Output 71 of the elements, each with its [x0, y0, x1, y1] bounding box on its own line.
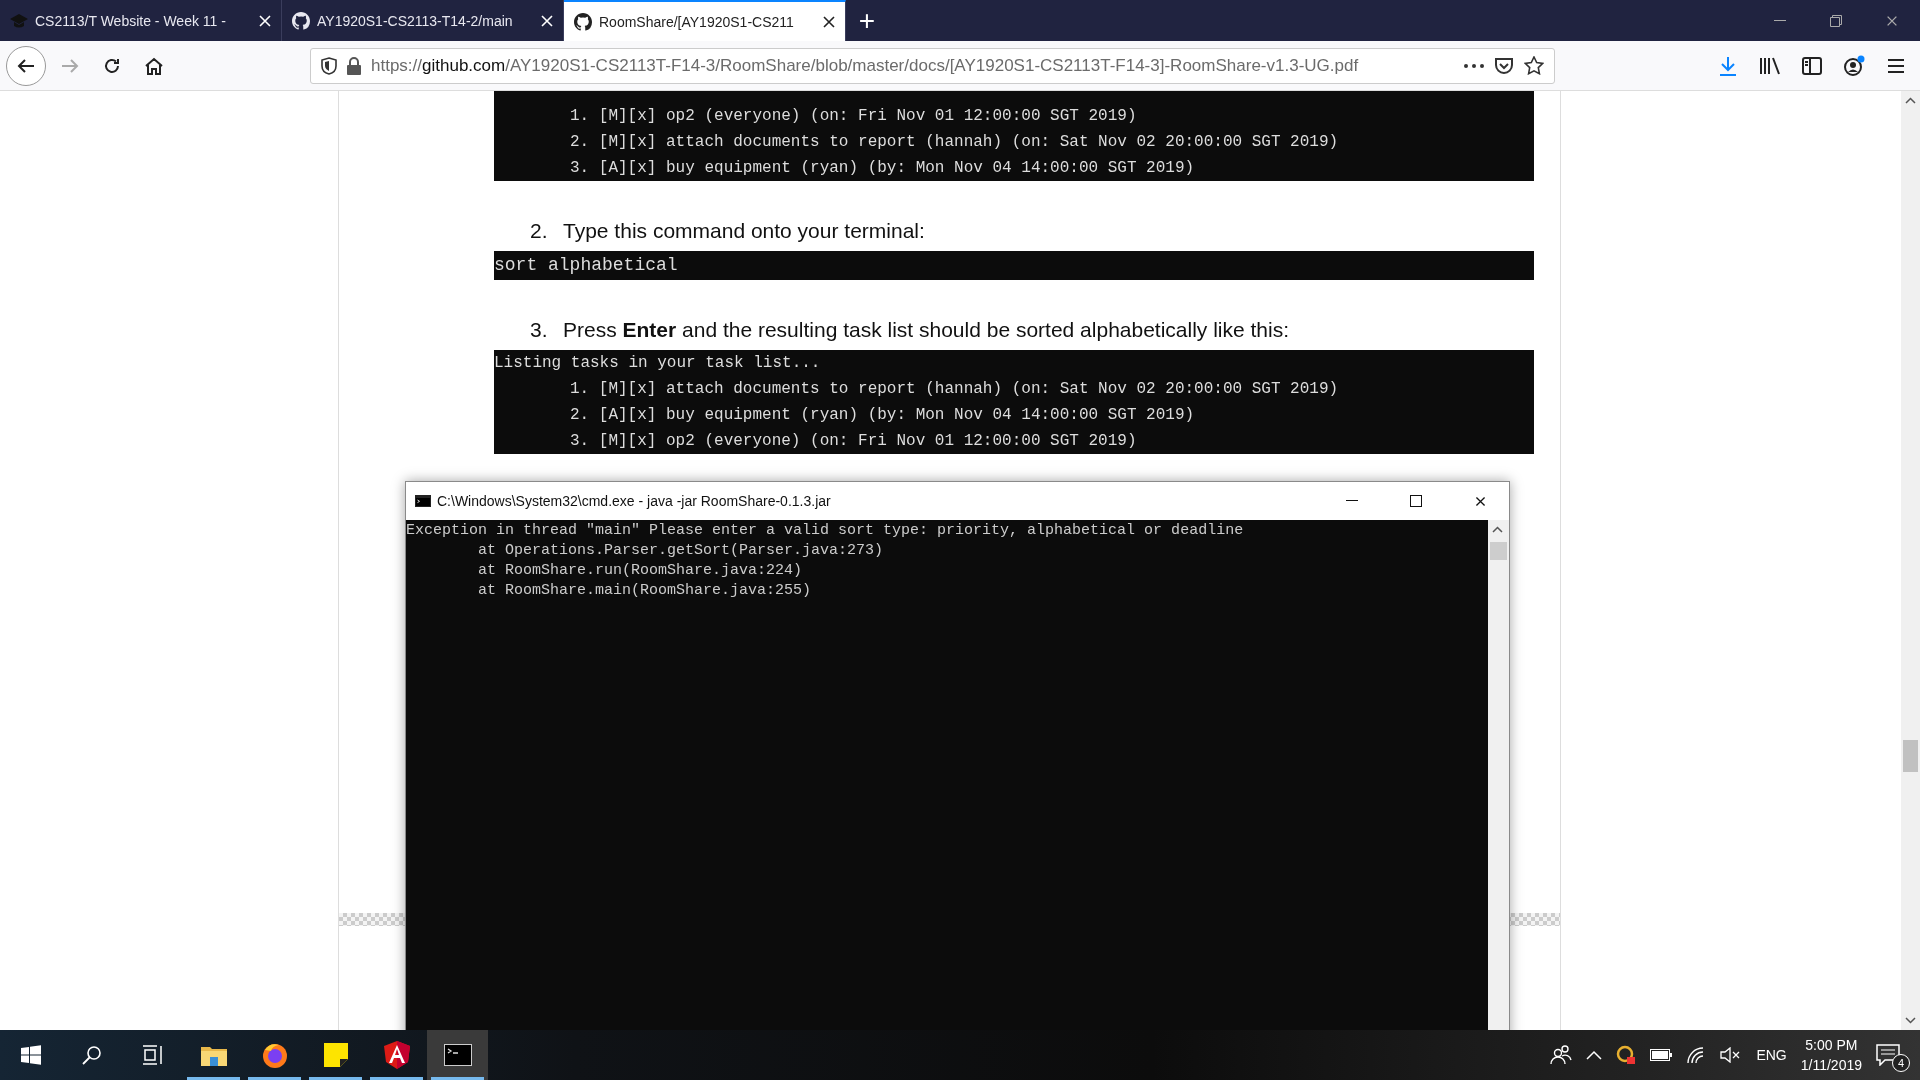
- chevron-up-icon[interactable]: [1586, 1050, 1603, 1060]
- more-dots-icon[interactable]: [1464, 63, 1484, 68]
- scrollbar[interactable]: [1488, 520, 1509, 1030]
- github-icon: [292, 11, 310, 30]
- window-title: C:\Windows\System32\cmd.exe - java -jar RoomShare-0.1.3.jar: [437, 493, 832, 509]
- sticky-note-icon: [323, 1043, 348, 1067]
- security-lock-icon[interactable]: [1616, 1045, 1637, 1065]
- new-tab-button[interactable]: +: [846, 0, 888, 41]
- back-arrow-icon: [17, 57, 35, 74]
- close-icon[interactable]: [257, 12, 273, 29]
- sidebar-icon[interactable]: [1802, 56, 1822, 75]
- reload-icon[interactable]: [103, 56, 121, 75]
- fox-globe-icon: [261, 1042, 288, 1068]
- padlock-icon: [347, 56, 361, 75]
- step-text: Type this command onto your terminal:: [563, 219, 925, 243]
- windows-logo-icon: [20, 1045, 41, 1065]
- pocket-icon[interactable]: [1494, 56, 1514, 75]
- notification-count: 4: [1892, 1054, 1910, 1072]
- restore-icon[interactable]: [1830, 14, 1842, 27]
- close-icon[interactable]: [539, 12, 555, 29]
- maximize-icon[interactable]: [1410, 495, 1422, 507]
- graduation-cap-icon: [10, 13, 28, 28]
- terminal-line: 1. [M][x] op2 (everyone) (on: Fri Nov 01 12:00:00 SGT 2019): [570, 107, 1137, 125]
- people-icon[interactable]: [1550, 1045, 1573, 1065]
- scrollbar[interactable]: [1901, 91, 1920, 1030]
- clock[interactable]: 5:00 PM 1/11/2019: [1800, 1035, 1862, 1075]
- browser-tab[interactable]: RoomShare/[AY1920S1-CS211: [564, 0, 846, 41]
- console-app-icon: [415, 495, 431, 507]
- taskbar-app[interactable]: [427, 1030, 488, 1080]
- library-icon[interactable]: [1759, 56, 1781, 75]
- terminal-line: 3. [A][x] buy equipment (ryan) (by: Mon Nov 04 14:00:00 SGT 2019): [570, 159, 1195, 177]
- step-text: Press Enter and the resulting task list should be sorted alphabetically like this:: [563, 318, 1290, 342]
- terminal-line: 1. [M][x] attach documents to report (hannah) (on: Sat Nov 02 20:00:00 SGT 2019): [570, 380, 1339, 398]
- download-icon[interactable]: [1719, 55, 1737, 76]
- terminal-line: 2. [M][x] attach documents to report (hannah) (on: Sat Nov 02 20:00:00 SGT 2019): [570, 133, 1339, 151]
- close-icon[interactable]: [1473, 494, 1487, 508]
- step-number: 3.: [530, 318, 549, 342]
- console-line: at Operations.Parser.getSort(Parser.java:273): [478, 542, 884, 559]
- scrollbar-thumb[interactable]: [1903, 740, 1918, 772]
- scroll-up-icon[interactable]: [1905, 97, 1916, 104]
- speech-bubble-icon: [1876, 1044, 1900, 1066]
- terminal-line: Listing tasks in your task list...: [494, 353, 822, 374]
- battery-icon[interactable]: [1650, 1049, 1673, 1061]
- folder-icon: [200, 1044, 227, 1066]
- console-line: at RoomShare.main(RoomShare.java:255): [478, 582, 812, 599]
- console-line: Exception in thread "main" Please enter a valid sort type: priority, alphabetical or deadline: [406, 521, 1245, 541]
- home-icon[interactable]: [144, 56, 164, 75]
- shield-a-icon: [383, 1041, 410, 1069]
- url-text: https://github.com/AY1920S1-CS2113T-F14-3/RoomShare/blob/master/docs/[AY1920S1-CS2113T-F14-3]-RoomShare-v1.3-UG.pdf: [371, 55, 1360, 76]
- scrollbar-thumb[interactable]: [1490, 542, 1507, 560]
- account-icon[interactable]: [1843, 54, 1865, 77]
- github-icon: [574, 12, 592, 31]
- minimize-icon[interactable]: [1774, 19, 1786, 22]
- scroll-up-icon[interactable]: [1492, 526, 1503, 533]
- search-icon: [81, 1045, 102, 1065]
- step-number: 2.: [530, 219, 549, 243]
- shield-icon: [321, 56, 337, 75]
- terminal-line: 2. [A][x] buy equipment (ryan) (by: Mon Nov 04 14:00:00 SGT 2019): [570, 406, 1195, 424]
- console-line: at RoomShare.run(RoomShare.java:224): [478, 562, 803, 579]
- scroll-down-icon[interactable]: [1905, 1017, 1916, 1024]
- minimize-icon[interactable]: [1346, 500, 1358, 502]
- address-bar[interactable]: https://github.com/AY1920S1-CS2113T-F14-3/RoomShare/blob/master/docs/[AY1920S1-CS2113T-F14-3]-RoomShare-v1.3-UG.pdf: [310, 47, 1555, 84]
- close-icon[interactable]: [821, 13, 837, 30]
- terminal-icon: [443, 1044, 472, 1066]
- task-view-icon: [141, 1045, 164, 1065]
- language-indicator[interactable]: ENG: [1756, 1047, 1787, 1063]
- star-icon[interactable]: [1524, 56, 1544, 75]
- command-snippet: sort alphabetical: [494, 251, 1534, 280]
- terminal-line: 3. [M][x] op2 (everyone) (on: Fri Nov 01 12:00:00 SGT 2019): [570, 432, 1137, 450]
- back-button[interactable]: [6, 45, 46, 86]
- menu-icon[interactable]: [1887, 57, 1905, 74]
